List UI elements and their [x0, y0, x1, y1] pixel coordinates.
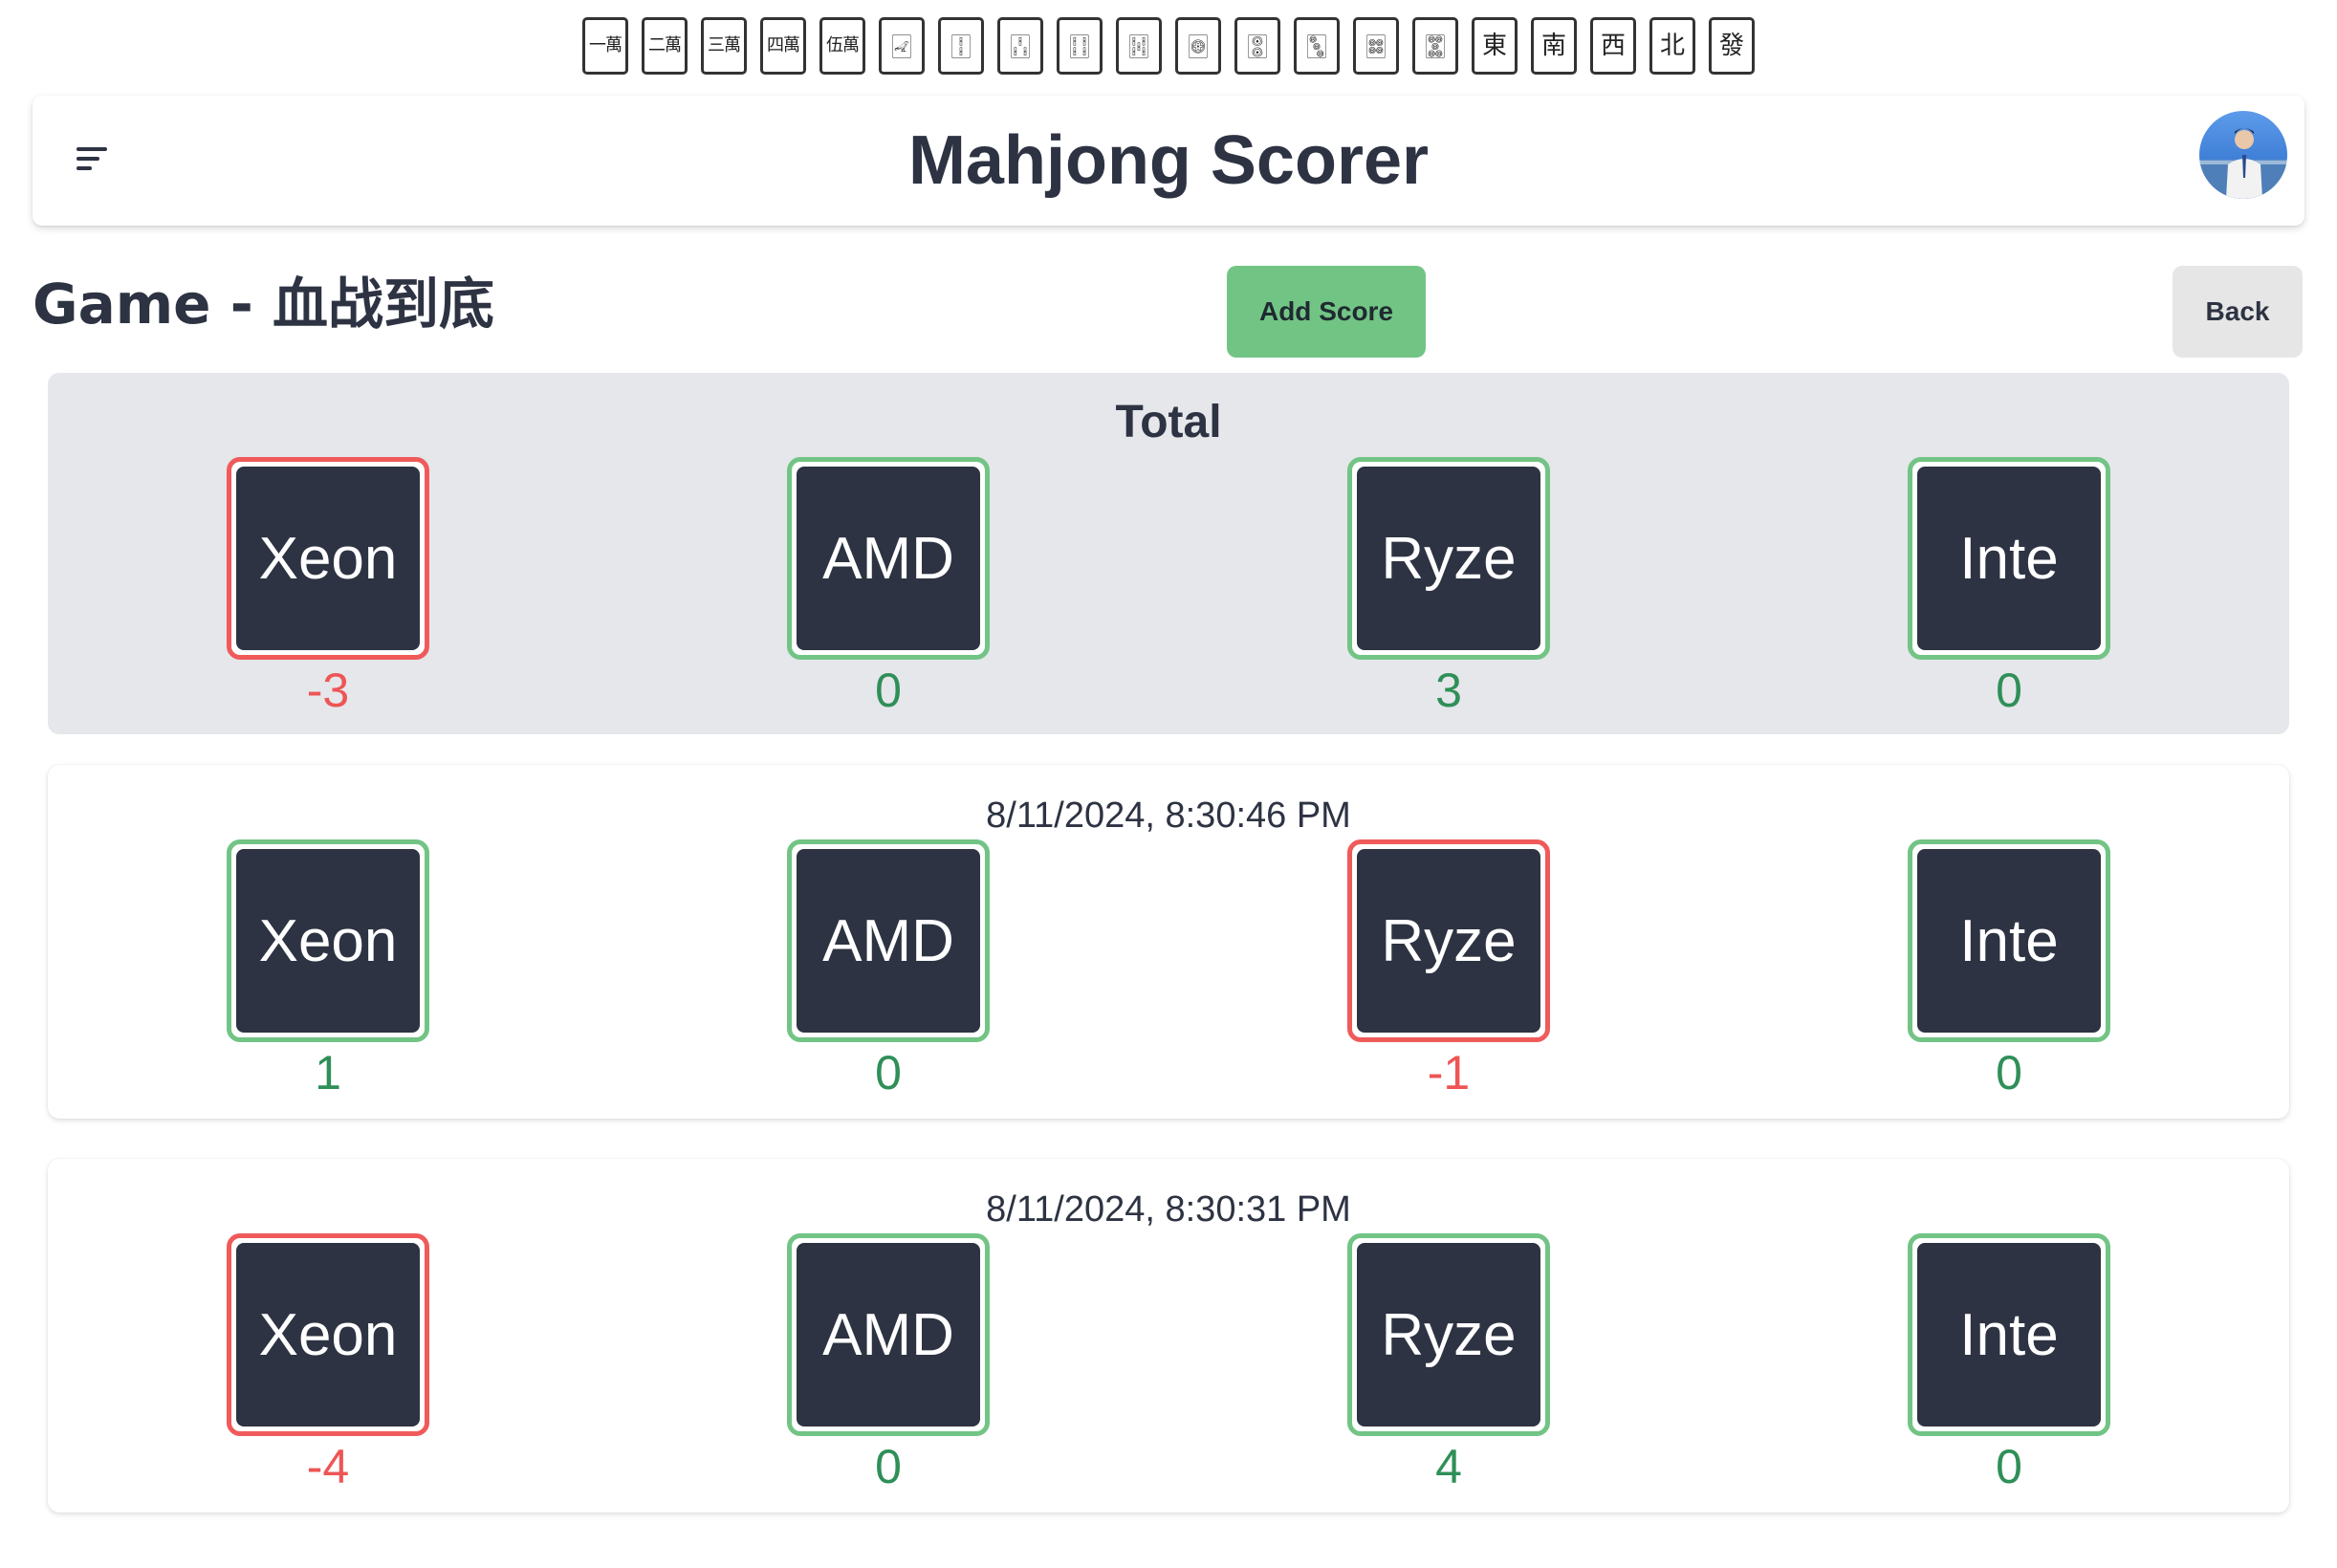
player-card[interactable]: Xeon — [227, 457, 429, 660]
player-card[interactable]: AMD — [787, 457, 990, 660]
back-button[interactable]: Back — [2173, 266, 2303, 358]
app-title: Mahjong Scorer — [907, 122, 1430, 199]
player-score: 0 — [875, 1046, 902, 1100]
player-score: 0 — [875, 1440, 902, 1493]
player-card[interactable]: Ryze — [1347, 1233, 1550, 1436]
total-panel: Total Xeon -3 AMD 0 Ryze 3 Inte 0 — [48, 373, 2289, 734]
player-row: Xeon -4 AMD 0 Ryze 4 Inte 0 — [48, 1233, 2289, 1493]
player-name: Inte — [1917, 467, 2101, 650]
player-slot: Inte 0 — [1729, 457, 2289, 717]
tile-circle-2: 🀚 — [1234, 17, 1280, 75]
player-slot: AMD 0 — [608, 839, 1168, 1100]
tile-bamboo-2: 🀑 — [938, 17, 984, 75]
player-card[interactable]: AMD — [787, 839, 990, 1042]
round-timestamp: 8/11/2024, 8:30:46 PM — [986, 795, 1351, 836]
tile-circle-5: 🀝 — [1412, 17, 1458, 75]
player-card[interactable]: Inte — [1908, 839, 2110, 1042]
round-panel: 8/11/2024, 8:30:46 PM Xeon 1 AMD 0 Ryze … — [48, 765, 2289, 1119]
tile-east-wind: 東 — [1472, 17, 1518, 75]
player-name: Xeon — [236, 849, 420, 1033]
player-score: -1 — [1427, 1046, 1471, 1100]
player-card[interactable]: Inte — [1908, 1233, 2110, 1436]
round-panel: 8/11/2024, 8:30:31 PM Xeon -4 AMD 0 Ryze… — [48, 1159, 2289, 1513]
player-card[interactable]: Ryze — [1347, 457, 1550, 660]
player-slot: Ryze 3 — [1168, 457, 1729, 717]
tile-bamboo-5: 🀔 — [1116, 17, 1162, 75]
player-score: -4 — [306, 1440, 350, 1493]
tile-wan-4: 四萬 — [760, 17, 806, 75]
total-heading: Total — [1115, 397, 1222, 447]
player-slot: Xeon -3 — [48, 457, 608, 717]
player-score: -3 — [306, 664, 350, 717]
app-header: Mahjong Scorer — [33, 96, 2304, 226]
player-score: 0 — [1996, 1046, 2022, 1100]
round-timestamp: 8/11/2024, 8:30:31 PM — [986, 1189, 1351, 1230]
player-slot: AMD 0 — [608, 457, 1168, 717]
tile-north-wind: 北 — [1649, 17, 1695, 75]
tile-bamboo-1: 🀐 — [879, 17, 925, 75]
player-slot: Inte 0 — [1729, 839, 2289, 1100]
player-row: Xeon -3 AMD 0 Ryze 3 Inte 0 — [48, 457, 2289, 717]
user-avatar[interactable] — [2199, 111, 2287, 199]
player-row: Xeon 1 AMD 0 Ryze -1 Inte 0 — [48, 839, 2289, 1100]
player-slot: Ryze -1 — [1168, 839, 1729, 1100]
player-name: Xeon — [236, 1243, 420, 1426]
player-score: 0 — [875, 664, 902, 717]
player-name: Ryze — [1357, 849, 1540, 1033]
player-card[interactable]: Xeon — [227, 839, 429, 1042]
player-card[interactable]: Inte — [1908, 457, 2110, 660]
tile-wan-1: 一萬 — [582, 17, 628, 75]
tile-circle-1: 🀙 — [1175, 17, 1221, 75]
tile-west-wind: 西 — [1590, 17, 1636, 75]
player-card[interactable]: AMD — [787, 1233, 990, 1436]
avatar-photo-icon — [2199, 128, 2287, 199]
player-slot: Xeon 1 — [48, 839, 608, 1100]
player-name: AMD — [797, 1243, 980, 1426]
tile-circle-3: 🀛 — [1294, 17, 1340, 75]
tile-bamboo-3: 🀒 — [997, 17, 1043, 75]
game-title: Game - 血战到底 — [33, 272, 494, 337]
tile-wan-3: 三萬 — [701, 17, 747, 75]
player-score: 1 — [315, 1046, 341, 1100]
player-slot: Inte 0 — [1729, 1233, 2289, 1493]
player-name: Inte — [1917, 1243, 2101, 1426]
player-name: AMD — [797, 467, 980, 650]
player-card[interactable]: Xeon — [227, 1233, 429, 1436]
tile-circle-4: 🀜 — [1353, 17, 1399, 75]
tile-strip: 一萬 二萬 三萬 四萬 伍萬 🀐 🀑 🀒 🀓 🀔 🀙 🀚 🀛 🀜 🀝 東 南 西… — [0, 17, 2337, 75]
tile-green-dragon: 發 — [1709, 17, 1755, 75]
tile-bamboo-4: 🀓 — [1057, 17, 1103, 75]
player-name: Ryze — [1357, 1243, 1540, 1426]
add-score-button[interactable]: Add Score — [1227, 266, 1426, 358]
player-name: AMD — [797, 849, 980, 1033]
player-name: Ryze — [1357, 467, 1540, 650]
tile-wan-2: 二萬 — [642, 17, 688, 75]
player-name: Xeon — [236, 467, 420, 650]
player-score: 3 — [1435, 664, 1462, 717]
player-slot: Ryze 4 — [1168, 1233, 1729, 1493]
player-name: Inte — [1917, 849, 2101, 1033]
player-score: 4 — [1435, 1440, 1462, 1493]
player-slot: Xeon -4 — [48, 1233, 608, 1493]
player-slot: AMD 0 — [608, 1233, 1168, 1493]
player-score: 0 — [1996, 1440, 2022, 1493]
tile-south-wind: 南 — [1531, 17, 1577, 75]
player-score: 0 — [1996, 664, 2022, 717]
tile-wan-5: 伍萬 — [819, 17, 865, 75]
player-card[interactable]: Ryze — [1347, 839, 1550, 1042]
